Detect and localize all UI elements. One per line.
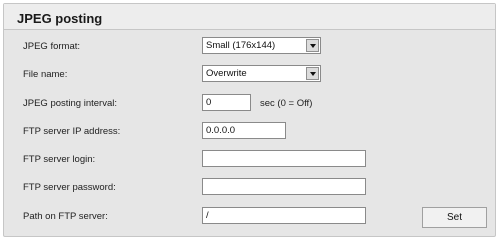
ftp-login-input[interactable] xyxy=(202,150,366,167)
panel-header: JPEG posting xyxy=(4,4,495,30)
posting-interval-input[interactable]: 0 xyxy=(202,94,251,111)
jpeg-format-label: JPEG format: xyxy=(23,41,81,52)
file-name-label: File name: xyxy=(23,69,68,80)
ftp-password-input[interactable] xyxy=(202,178,366,195)
posting-interval-row: JPEG posting interval: 0 sec (0 = Off) xyxy=(4,94,495,115)
posting-interval-label: JPEG posting interval: xyxy=(23,98,117,109)
ftp-ip-row: FTP server IP address: 0.0.0.0 xyxy=(4,122,495,143)
ftp-login-label: FTP server login: xyxy=(23,154,96,165)
jpeg-posting-panel: JPEG posting JPEG format: Small (176x144… xyxy=(3,3,496,237)
ftp-password-row: FTP server password: xyxy=(4,178,495,199)
ftp-password-label: FTP server password: xyxy=(23,182,116,193)
jpeg-format-select[interactable]: Small (176x144) xyxy=(202,37,321,54)
ftp-path-row: Path on FTP server: / Set xyxy=(4,207,495,228)
ftp-ip-label: FTP server IP address: xyxy=(23,126,121,137)
jpeg-format-row: JPEG format: Small (176x144) xyxy=(4,37,495,58)
ftp-ip-input[interactable]: 0.0.0.0 xyxy=(202,122,286,139)
file-name-select[interactable]: Overwrite xyxy=(202,65,321,82)
set-button[interactable]: Set xyxy=(422,207,487,228)
ftp-ip-value: 0.0.0.0 xyxy=(206,125,236,136)
chevron-down-icon[interactable] xyxy=(306,67,319,80)
panel-title: JPEG posting xyxy=(17,11,103,26)
posting-interval-value: 0 xyxy=(206,97,212,108)
ftp-path-label: Path on FTP server: xyxy=(23,211,108,222)
jpeg-format-value: Small (176x144) xyxy=(206,40,276,51)
chevron-down-icon[interactable] xyxy=(306,39,319,52)
ftp-path-value: / xyxy=(206,210,209,221)
posting-interval-suffix: sec (0 = Off) xyxy=(260,98,313,109)
file-name-value: Overwrite xyxy=(206,68,247,79)
file-name-row: File name: Overwrite xyxy=(4,65,495,86)
ftp-login-row: FTP server login: xyxy=(4,150,495,171)
ftp-path-input[interactable]: / xyxy=(202,207,366,224)
